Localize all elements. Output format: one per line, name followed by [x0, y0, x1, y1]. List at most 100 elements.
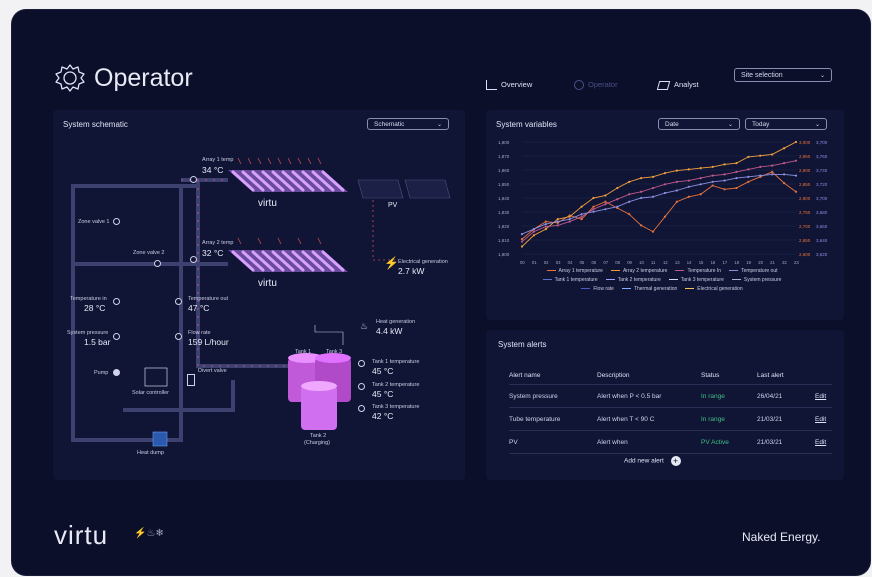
- zone-valve-1-label: Zone valve 1: [78, 219, 110, 225]
- system-pressure-label: System pressure: [67, 330, 109, 336]
- chevron-down-icon: ⌄: [727, 122, 733, 128]
- add-alert-button[interactable]: Add new alert +: [624, 456, 681, 466]
- y-tick-label-right: 3,760: [816, 154, 828, 159]
- plus-icon: +: [670, 456, 681, 466]
- data-point: [616, 186, 619, 190]
- chart-legend: Array 1 temperature Array 2 temperature Te…: [498, 268, 834, 295]
- legend-label: Array 1 temperature: [558, 268, 603, 274]
- legend-item: Temperature In: [675, 268, 721, 274]
- data-point: [651, 186, 655, 190]
- data-point: [675, 180, 678, 183]
- data-point: [735, 186, 738, 190]
- tanks: [288, 325, 351, 430]
- energy-icons: ⚡♨❄: [134, 528, 164, 539]
- x-tick-label: 23: [794, 260, 799, 265]
- nav-analyst[interactable]: Analyst: [656, 80, 699, 90]
- edit-link[interactable]: Edit: [815, 407, 832, 431]
- legend-item: Electrical generation: [685, 286, 743, 292]
- array-1-tubes: [228, 170, 348, 192]
- edit-link[interactable]: Edit: [815, 430, 832, 454]
- pv-label: PV: [388, 202, 398, 209]
- y-tick-label-right: 2,800: [799, 196, 811, 201]
- legend-item: Tank 1 temperature: [542, 277, 598, 283]
- x-tick-label: 12: [663, 260, 668, 265]
- data-point: [628, 193, 631, 196]
- zone-valve-1-icon[interactable]: [113, 218, 120, 225]
- data-point: [604, 194, 607, 197]
- data-point: [711, 165, 714, 168]
- data-point: [782, 162, 786, 165]
- nav-overview[interactable]: Overview: [486, 80, 532, 91]
- data-point: [771, 173, 774, 176]
- zone-valve-2-label: Zone valve 2: [133, 250, 165, 256]
- col-status: Status: [701, 366, 757, 385]
- divert-valve-icon[interactable]: [187, 374, 195, 386]
- add-alert-label: Add new alert: [624, 457, 664, 465]
- table-row: PV Alert when PV Active 21/03/21 Edit: [509, 430, 832, 454]
- y-tick-label-right: 3,680: [816, 210, 828, 215]
- legend-label: Tank 2 temperature: [617, 277, 661, 283]
- x-tick-label: 17: [723, 260, 728, 265]
- data-point: [723, 163, 726, 166]
- legend-item: Thermal generation: [621, 286, 677, 292]
- footer-logo: virtu: [54, 520, 109, 550]
- data-point: [580, 215, 583, 218]
- chevron-down-icon: ⌄: [814, 122, 820, 128]
- tank-2-temp-label: Tank 2 temperature: [372, 382, 420, 388]
- pump-icon[interactable]: [113, 369, 120, 376]
- x-tick-label: 05: [580, 260, 585, 265]
- data-point: [532, 228, 536, 231]
- flow-rate-label: Flow rate: [188, 330, 211, 336]
- system-pressure-value: 1.5 bar: [84, 337, 111, 347]
- schematic-diagram: [71, 157, 451, 447]
- x-tick-label: 18: [734, 260, 739, 265]
- data-point: [771, 153, 774, 156]
- nav-operator[interactable]: Operator: [574, 80, 618, 91]
- alert-name: Tube temperature: [509, 407, 597, 431]
- data-point: [663, 183, 667, 186]
- temp-in-sensor-icon: [113, 298, 120, 305]
- alert-last: 21/03/21: [757, 430, 815, 454]
- data-point: [556, 220, 559, 223]
- y-tick-label-right: 3,700: [816, 140, 828, 145]
- data-point: [687, 179, 690, 182]
- zone-valve-2-icon[interactable]: [154, 260, 161, 267]
- data-point: [580, 205, 583, 208]
- data-point: [616, 198, 619, 201]
- legend-swatch: [729, 269, 739, 272]
- data-point: [759, 154, 762, 157]
- range-select[interactable]: Today ⌄: [745, 118, 827, 130]
- data-point: [532, 230, 536, 233]
- data-point: [604, 203, 607, 206]
- legend-swatch: [581, 287, 591, 290]
- array-2-valve-icon: [190, 256, 197, 263]
- y-tick-label-right: 2,850: [799, 182, 811, 187]
- series-line: [521, 141, 797, 247]
- data-point: [735, 170, 738, 173]
- data-point: [640, 190, 643, 193]
- bar-chart-icon: [486, 80, 497, 91]
- legend-label: Array 2 temperature: [622, 268, 668, 274]
- tank-3-temp-label: Tank 3 temperature: [372, 404, 420, 410]
- data-point: [747, 155, 750, 159]
- data-point: [675, 189, 678, 192]
- date-select-label: Date: [665, 121, 679, 128]
- data-point: [604, 208, 607, 211]
- date-select[interactable]: Date ⌄: [658, 118, 740, 130]
- data-point: [640, 176, 643, 180]
- app-window: Operator Overview Operator Analyst Site …: [12, 10, 870, 575]
- array-2-brand: virtu: [258, 278, 277, 289]
- data-point: [580, 218, 583, 221]
- data-point: [759, 165, 762, 168]
- data-point: [699, 167, 702, 170]
- site-selection-dropdown[interactable]: Site selection ⌄: [734, 68, 832, 82]
- flow-rate-value: 159 L/hour: [188, 337, 229, 347]
- y-tick-label-right: 2,600: [799, 252, 811, 257]
- legend-label: Temperature In: [687, 268, 722, 274]
- solar-controller-label: Solar controller: [132, 390, 169, 396]
- edit-link[interactable]: Edit: [815, 384, 832, 408]
- temp-out-sensor-icon: [175, 298, 182, 305]
- pump-label: Pump: [94, 370, 109, 376]
- gear-icon: [55, 64, 85, 92]
- series-line: [521, 173, 797, 235]
